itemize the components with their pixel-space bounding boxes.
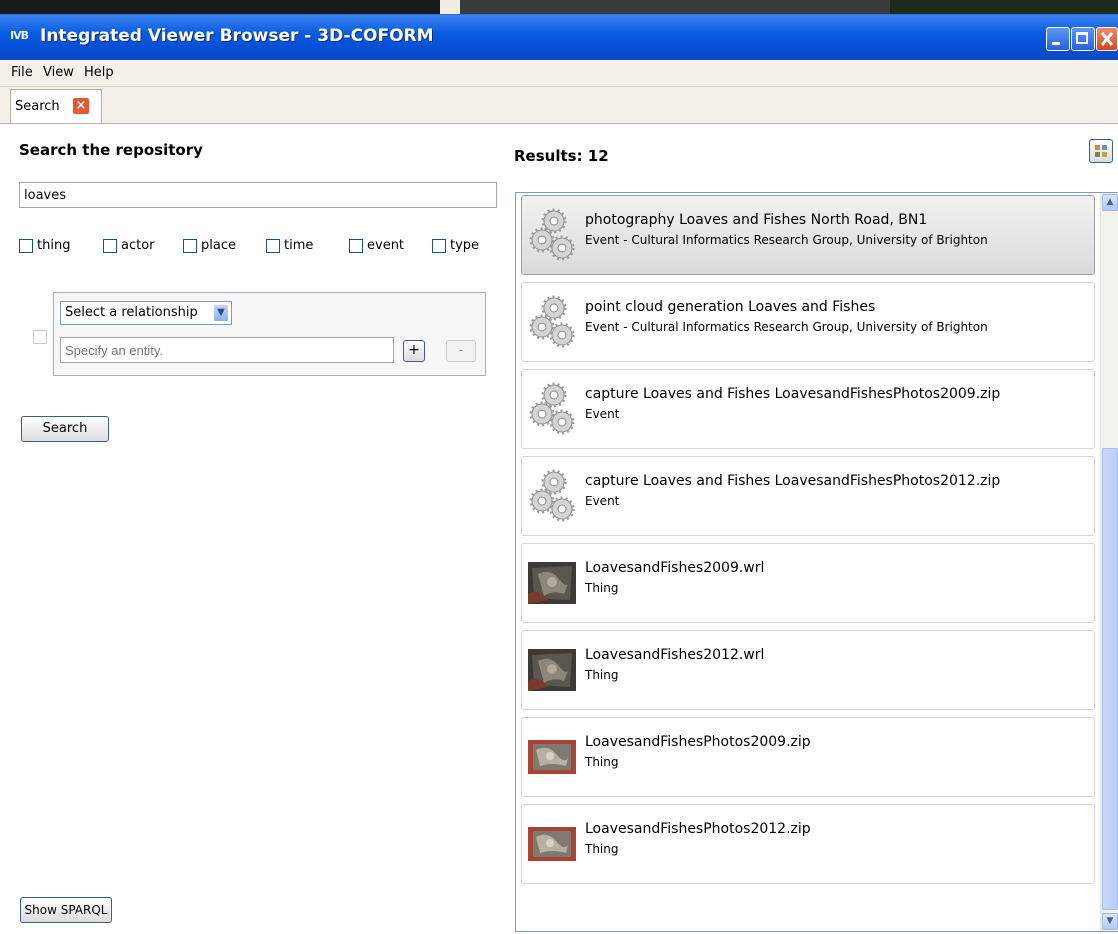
result-subtitle: Event: [585, 407, 620, 421]
filter-time[interactable]: time: [266, 238, 313, 256]
gears-icon: [528, 467, 576, 525]
desktop-strip: [0, 0, 1118, 14]
relationship-group: Select a relationship ▼ + -: [53, 292, 486, 376]
result-title: photography Loaves and Fishes North Road…: [585, 212, 928, 228]
tab-close-icon[interactable]: ×: [73, 98, 89, 114]
scroll-up-icon[interactable]: ▲: [1102, 194, 1118, 211]
filter-thing-label: thing: [37, 238, 71, 253]
relationship-select[interactable]: Select a relationship ▼: [60, 301, 232, 325]
window-title: Integrated Viewer Browser - 3D-COFORM: [40, 26, 434, 46]
close-icon: [1100, 32, 1114, 46]
search-panel: Search the repository thing actor place …: [0, 124, 504, 934]
menu-bar: File View Help: [0, 60, 1118, 87]
results-panel: Results: 12 photography Loaves and Fishe…: [504, 124, 1118, 934]
result-item[interactable]: LoavesandFishes2009.wrl Thing: [521, 543, 1095, 623]
menu-view[interactable]: View: [43, 65, 74, 80]
search-button[interactable]: Search: [21, 416, 109, 442]
search-input[interactable]: [19, 182, 497, 208]
filter-event-checkbox[interactable]: [349, 238, 363, 253]
result-item[interactable]: photography Loaves and Fishes North Road…: [521, 195, 1095, 275]
gears-icon: [528, 293, 576, 351]
result-subtitle: Thing: [585, 668, 619, 682]
photo-thumbnail: [528, 728, 576, 786]
tab-strip: Search ×: [0, 87, 1118, 124]
filter-actor-checkbox[interactable]: [103, 238, 117, 253]
result-subtitle: Thing: [585, 842, 619, 856]
filter-actor-label: actor: [121, 238, 155, 253]
result-item[interactable]: capture Loaves and Fishes LoavesandFishe…: [521, 369, 1095, 449]
filter-type-label: type: [450, 238, 480, 253]
filter-thing[interactable]: thing: [19, 238, 70, 256]
close-window-button[interactable]: [1096, 27, 1118, 51]
app-logo-icon: IVB: [10, 29, 29, 42]
result-title: LoavesandFishesPhotos2009.zip: [585, 734, 811, 750]
maximize-icon: [1076, 32, 1088, 44]
result-title: capture Loaves and Fishes LoavesandFishe…: [585, 386, 1001, 402]
results-count: Results: 12: [514, 147, 609, 165]
show-sparql-button[interactable]: Show SPARQL: [20, 897, 112, 923]
result-item[interactable]: capture Loaves and Fishes LoavesandFishe…: [521, 456, 1095, 536]
result-title: capture Loaves and Fishes LoavesandFishe…: [585, 473, 1001, 489]
filter-time-label: time: [284, 238, 314, 253]
menu-help[interactable]: Help: [84, 65, 114, 80]
maximize-button[interactable]: [1071, 27, 1095, 51]
result-title: LoavesandFishesPhotos2012.zip: [585, 821, 811, 837]
remove-relationship-button[interactable]: -: [446, 340, 476, 362]
filter-thing-checkbox[interactable]: [19, 238, 33, 253]
filter-type[interactable]: type: [432, 238, 479, 256]
scrollbar-thumb[interactable]: [1102, 448, 1118, 910]
result-subtitle: Thing: [585, 581, 619, 595]
model-thumbnail: [528, 554, 576, 612]
results-scrollbar[interactable]: ▲ ▼: [1100, 193, 1118, 931]
result-title: LoavesandFishes2009.wrl: [585, 560, 765, 576]
result-subtitle: Event - Cultural Informatics Research Gr…: [585, 233, 988, 247]
filter-place-label: place: [201, 238, 236, 253]
result-title: point cloud generation Loaves and Fishes: [585, 299, 876, 315]
gears-icon: [528, 206, 576, 264]
result-subtitle: Event: [585, 494, 620, 508]
filter-place[interactable]: place: [183, 238, 236, 256]
result-item[interactable]: point cloud generation Loaves and Fishes…: [521, 282, 1095, 362]
minimize-button[interactable]: [1046, 27, 1070, 51]
add-relationship-button[interactable]: +: [403, 340, 425, 362]
title-bar: IVB Integrated Viewer Browser - 3D-COFOR…: [0, 14, 1118, 60]
photo-thumbnail: [528, 815, 576, 873]
result-item[interactable]: LoavesandFishesPhotos2012.zip Thing: [521, 804, 1095, 884]
relationship-select-value: Select a relationship: [65, 305, 198, 320]
result-subtitle: Thing: [585, 755, 619, 769]
filter-actor[interactable]: actor: [103, 238, 155, 256]
result-item[interactable]: LoavesandFishesPhotos2009.zip Thing: [521, 717, 1095, 797]
filter-event-label: event: [367, 238, 405, 253]
gears-icon: [528, 380, 576, 438]
search-heading: Search the repository: [19, 141, 203, 159]
scroll-down-icon[interactable]: ▼: [1102, 913, 1118, 930]
result-subtitle: Event - Cultural Informatics Research Gr…: [585, 320, 988, 334]
tab-search[interactable]: Search ×: [10, 89, 102, 123]
grid-view-icon[interactable]: [1089, 139, 1113, 163]
filter-time-checkbox[interactable]: [266, 238, 280, 253]
chevron-down-icon[interactable]: ▼: [213, 304, 229, 322]
result-title: LoavesandFishes2012.wrl: [585, 647, 765, 663]
tab-search-label: Search: [15, 99, 60, 114]
filter-event[interactable]: event: [349, 238, 404, 256]
menu-file[interactable]: File: [11, 65, 33, 80]
entity-input[interactable]: [60, 337, 394, 363]
results-list[interactable]: photography Loaves and Fishes North Road…: [515, 192, 1118, 932]
result-item[interactable]: LoavesandFishes2012.wrl Thing: [521, 630, 1095, 710]
relationship-enable-checkbox[interactable]: [33, 330, 47, 344]
filter-place-checkbox[interactable]: [183, 238, 197, 253]
filter-type-checkbox[interactable]: [432, 238, 446, 253]
minimize-icon: [1052, 42, 1060, 45]
model-thumbnail: [528, 641, 576, 699]
